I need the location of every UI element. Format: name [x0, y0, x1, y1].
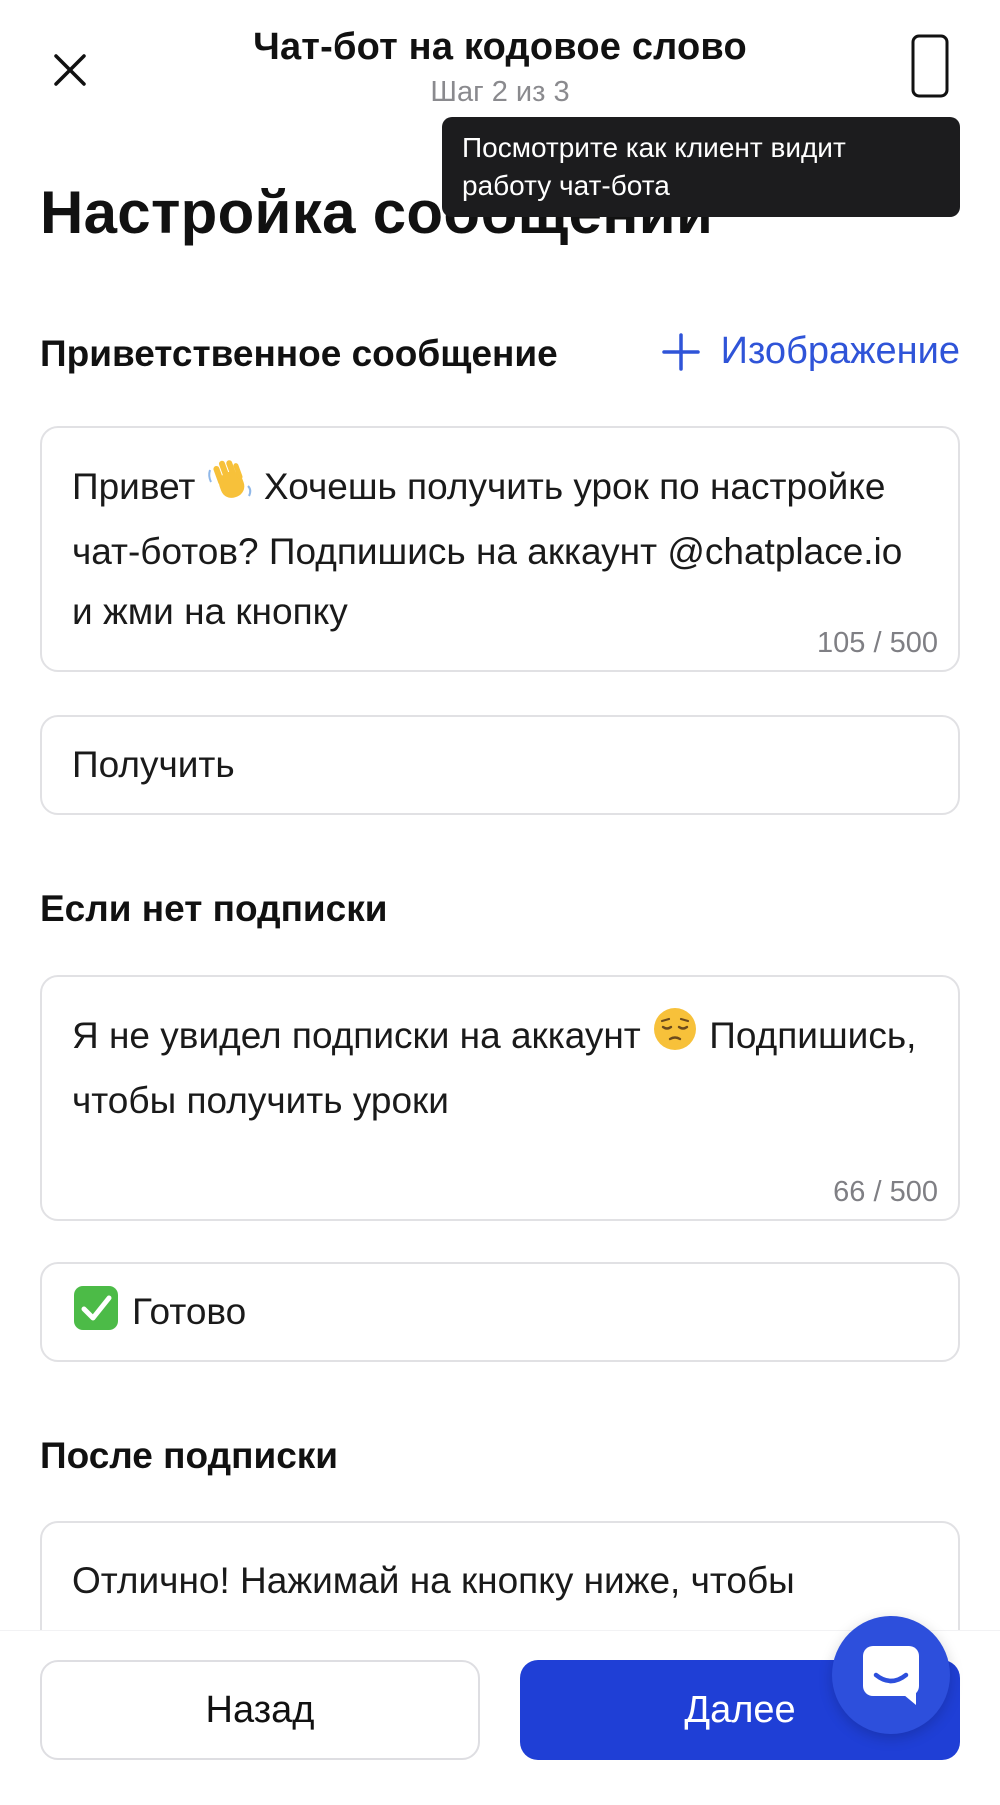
add-image-label: Изображение: [720, 330, 960, 372]
plus-icon: [661, 332, 700, 371]
no-subscription-button-label: Готово: [132, 1291, 247, 1332]
no-subscription-textarea[interactable]: Я не увидел подписки на аккаунт Подпишис…: [40, 975, 960, 1221]
support-chat-button[interactable]: [832, 1616, 950, 1734]
header-title: Чат-бот на кодовое слово: [253, 26, 747, 68]
preview-button[interactable]: [900, 30, 960, 102]
back-button[interactable]: Назад: [40, 1660, 480, 1760]
page: Чат-бот на кодовое слово Шаг 2 из 3 Наст…: [0, 0, 1000, 1805]
phone-icon: [911, 34, 949, 98]
welcome-button-input[interactable]: Получить: [40, 715, 960, 815]
welcome-message-label: Приветственное сообщение: [40, 333, 558, 374]
add-image-button[interactable]: Изображение: [661, 330, 960, 373]
waving-hand-icon: [206, 456, 254, 522]
chat-icon: [863, 1646, 919, 1705]
welcome-text-part-1: Привет: [72, 465, 206, 507]
check-mark-icon: [72, 1284, 120, 1341]
welcome-char-counter: 105 / 500: [811, 627, 938, 660]
pensive-face-icon: [651, 1005, 699, 1071]
after-subscription-label: После подписки: [40, 1435, 339, 1476]
no-subscription-button-input[interactable]: Готово: [40, 1262, 960, 1362]
no-subscription-char-counter: 66 / 500: [827, 1176, 938, 1209]
no-subscription-label: Если нет подписки: [40, 888, 388, 929]
welcome-message-textarea[interactable]: Привет Хочешь получить урок по настройке…: [40, 426, 960, 672]
step-indicator: Шаг 2 из 3: [430, 76, 570, 108]
no-subscription-text-part-1: Я не увидел подписки на аккаунт: [72, 1014, 652, 1056]
preview-tooltip: Посмотрите как клиент видит работу чат-б…: [442, 117, 960, 217]
